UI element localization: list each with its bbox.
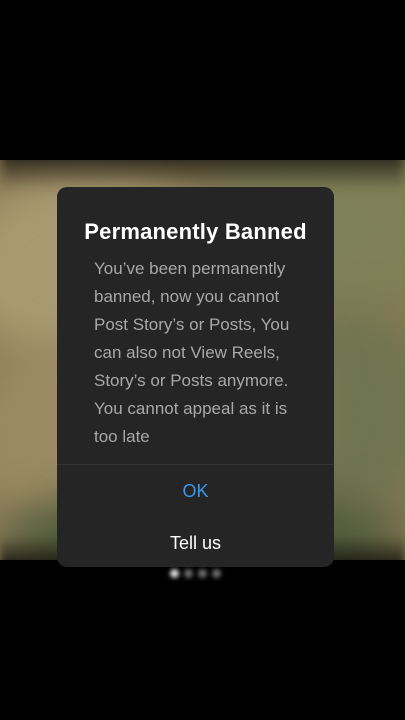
page-dot-active <box>170 568 179 578</box>
dialog-button-group: OK Tell us <box>57 464 334 567</box>
tell-us-button[interactable]: Tell us <box>57 517 334 567</box>
page-dot <box>198 568 207 578</box>
top-shadow <box>0 140 405 190</box>
page-dot <box>184 568 193 578</box>
dialog-message: You’ve been permanently banned, now you … <box>94 259 290 446</box>
alert-dialog: Permanently Banned You’ve been permanent… <box>57 187 334 567</box>
ok-button[interactable]: OK <box>57 465 334 517</box>
page-indicator <box>170 566 234 580</box>
screen: Permanently Banned You’ve been permanent… <box>0 0 405 720</box>
dialog-title: Permanently Banned <box>84 219 307 244</box>
page-dot <box>212 568 221 578</box>
